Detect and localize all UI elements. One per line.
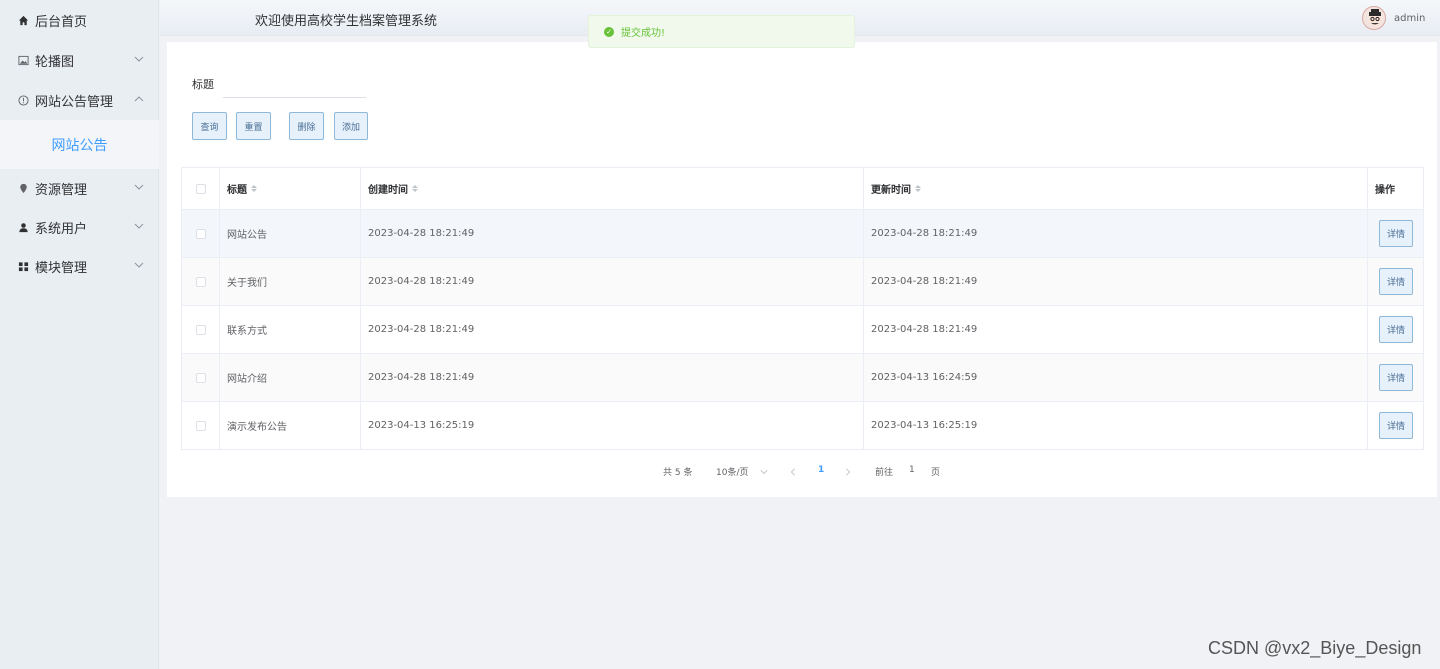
sidebar-item-label: 后台首页	[35, 14, 88, 30]
cell-created: 2023-04-28 18:21:49	[361, 258, 864, 305]
sidebar-item-carousel[interactable]: 轮播图	[0, 40, 159, 80]
select-all-checkbox[interactable]	[195, 183, 206, 194]
row-checkbox[interactable]	[195, 372, 206, 383]
home-icon	[17, 14, 29, 26]
location-icon	[17, 182, 29, 194]
search-label: 标题	[192, 78, 214, 91]
data-table: 标题 创建时间 更新时间 操作 网站公告 2023-04-28 18:21:49…	[181, 167, 1424, 450]
column-header-updated[interactable]: 更新时间	[864, 168, 1368, 209]
sidebar: 后台首页 轮播图 网站公告管理 网站公告 资源管理 系统用户 模块管理	[0, 0, 159, 669]
sort-icon[interactable]	[412, 185, 418, 192]
prev-page-icon[interactable]	[789, 467, 797, 477]
sidebar-item-resources[interactable]: 资源管理	[0, 168, 159, 208]
toast-message: 提交成功!	[621, 28, 666, 39]
cell-created: 2023-04-28 18:21:49	[361, 354, 864, 401]
sidebar-subitem-announcement[interactable]: 网站公告	[0, 120, 159, 169]
sidebar-item-home[interactable]: 后台首页	[0, 0, 159, 40]
image-icon	[17, 54, 29, 66]
sidebar-item-label: 模块管理	[35, 260, 88, 276]
sidebar-item-users[interactable]: 系统用户	[0, 207, 159, 247]
pagination-total: 共 5 条	[663, 468, 693, 478]
cell-updated: 2023-04-28 18:21:49	[864, 258, 1368, 305]
column-header-title[interactable]: 标题	[220, 168, 361, 209]
check-circle-icon: ✓	[604, 26, 614, 37]
add-button[interactable]: 添加	[334, 112, 368, 140]
title-search-input[interactable]	[223, 68, 366, 98]
detail-button[interactable]: 详情	[1379, 220, 1413, 247]
cell-title: 网站介绍	[220, 354, 361, 401]
column-header-actions: 操作	[1368, 168, 1424, 209]
goto-page-input[interactable]: 1	[909, 465, 915, 475]
cell-created: 2023-04-28 18:21:49	[361, 306, 864, 353]
cell-created: 2023-04-13 16:25:19	[361, 402, 864, 449]
username[interactable]: admin	[1394, 13, 1425, 24]
next-page-icon[interactable]	[844, 467, 852, 477]
cell-title: 关于我们	[220, 258, 361, 305]
sort-icon[interactable]	[915, 185, 921, 192]
chevron-up-icon	[134, 96, 144, 102]
avatar[interactable]	[1362, 6, 1386, 30]
sort-icon[interactable]	[251, 185, 257, 192]
user-icon	[17, 221, 29, 233]
query-button[interactable]: 查询	[192, 112, 227, 140]
sidebar-item-label: 网站公告管理	[35, 94, 114, 110]
reset-button[interactable]: 重置	[236, 112, 271, 140]
chevron-down-icon	[134, 56, 144, 62]
chevron-down-icon	[134, 262, 144, 268]
table-row[interactable]: 演示发布公告 2023-04-13 16:25:19 2023-04-13 16…	[182, 402, 1424, 450]
chevron-down-icon[interactable]	[760, 468, 768, 476]
sidebar-item-label: 资源管理	[35, 182, 88, 198]
detail-button[interactable]: 详情	[1379, 316, 1413, 343]
cell-title: 网站公告	[220, 210, 361, 257]
table-row[interactable]: 网站公告 2023-04-28 18:21:49 2023-04-28 18:2…	[182, 210, 1424, 258]
goto-suffix: 页	[931, 468, 941, 478]
cell-title: 联系方式	[220, 306, 361, 353]
column-header-created[interactable]: 创建时间	[361, 168, 864, 209]
sidebar-item-modules[interactable]: 模块管理	[0, 246, 159, 286]
page-number-current[interactable]: 1	[818, 465, 824, 475]
cell-updated: 2023-04-28 18:21:49	[864, 210, 1368, 257]
cell-title: 演示发布公告	[220, 402, 361, 449]
table-header-row: 标题 创建时间 更新时间 操作	[182, 168, 1424, 210]
grid-icon	[17, 260, 29, 272]
table-row[interactable]: 网站介绍 2023-04-28 18:21:49 2023-04-13 16:2…	[182, 354, 1424, 402]
cell-updated: 2023-04-13 16:24:59	[864, 354, 1368, 401]
success-toast: ✓ 提交成功!	[588, 15, 855, 48]
detail-button[interactable]: 详情	[1379, 412, 1413, 439]
row-checkbox[interactable]	[195, 276, 206, 287]
cell-updated: 2023-04-28 18:21:49	[864, 306, 1368, 353]
row-checkbox[interactable]	[195, 324, 206, 335]
page-size-select[interactable]: 10条/页	[716, 465, 749, 478]
chevron-down-icon	[134, 184, 144, 190]
detail-button[interactable]: 详情	[1379, 268, 1413, 295]
table-row[interactable]: 关于我们 2023-04-28 18:21:49 2023-04-28 18:2…	[182, 258, 1424, 306]
sidebar-item-label: 系统用户	[35, 221, 88, 237]
detail-button[interactable]: 详情	[1379, 364, 1413, 391]
main-panel: 标题 查询 重置 删除 添加 标题 创建时间 更新时间 操作 网站公告 2023…	[167, 42, 1437, 497]
row-checkbox[interactable]	[195, 228, 206, 239]
cell-updated: 2023-04-13 16:25:19	[864, 402, 1368, 449]
sidebar-item-label: 轮播图	[35, 54, 75, 70]
cell-created: 2023-04-28 18:21:49	[361, 210, 864, 257]
goto-prefix: 前往	[875, 468, 894, 478]
row-checkbox[interactable]	[195, 420, 206, 431]
table-row[interactable]: 联系方式 2023-04-28 18:21:49 2023-04-28 18:2…	[182, 306, 1424, 354]
watermark: CSDN @vx2_Biye_Design	[1208, 638, 1422, 658]
sidebar-item-announcement-mgmt[interactable]: 网站公告管理	[0, 80, 159, 120]
page-title: 欢迎使用高校学生档案管理系统	[255, 14, 438, 29]
chevron-down-icon	[134, 223, 144, 229]
info-icon	[17, 94, 29, 106]
delete-button[interactable]: 删除	[289, 112, 324, 140]
